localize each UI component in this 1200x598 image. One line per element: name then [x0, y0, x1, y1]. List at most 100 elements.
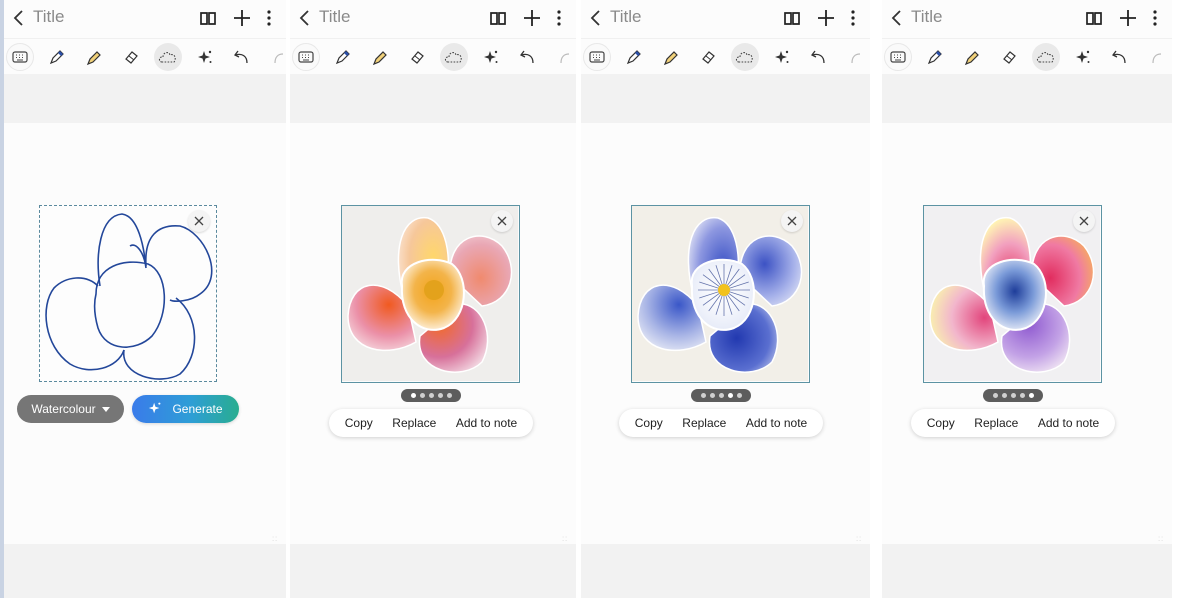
page-resize-grip[interactable]: ⁚⁚	[272, 536, 278, 543]
sketch-selection[interactable]	[39, 205, 217, 382]
pager-dot[interactable]	[700, 393, 706, 398]
keyboard-icon[interactable]	[6, 43, 34, 71]
style-selector-dropdown[interactable]: Watercolour	[17, 395, 124, 423]
highlighter-icon[interactable]	[80, 43, 108, 71]
pen-icon[interactable]	[43, 43, 71, 71]
pager-dot[interactable]	[446, 393, 452, 398]
redo-icon[interactable]	[548, 43, 576, 71]
add-icon[interactable]	[232, 8, 252, 28]
generated-image[interactable]	[924, 206, 1100, 381]
add-to-note-button[interactable]: Add to note	[746, 416, 807, 430]
add-icon[interactable]	[522, 8, 542, 28]
eraser-icon[interactable]	[694, 43, 722, 71]
book-view-icon[interactable]	[1084, 8, 1104, 28]
lasso-icon[interactable]	[1032, 43, 1060, 71]
replace-button[interactable]: Replace	[392, 416, 436, 430]
ai-sparkle-icon[interactable]	[191, 43, 219, 71]
result-pager[interactable]	[401, 389, 461, 402]
pen-icon[interactable]	[329, 43, 357, 71]
undo-icon[interactable]	[805, 43, 833, 71]
page-resize-grip[interactable]: ⁚⁚	[562, 536, 568, 543]
ai-sparkle-icon[interactable]	[1069, 43, 1097, 71]
back-icon[interactable]	[296, 8, 316, 28]
redo-icon[interactable]	[839, 43, 867, 71]
note-title[interactable]: Title	[911, 7, 943, 27]
book-view-icon[interactable]	[198, 8, 218, 28]
pager-dot[interactable]	[1010, 393, 1016, 398]
note-panel-1: Title ⁚⁚ Watercolour Generate	[4, 0, 286, 598]
copy-button[interactable]: Copy	[635, 416, 663, 430]
redo-icon[interactable]	[262, 43, 286, 71]
book-view-icon[interactable]	[488, 8, 508, 28]
add-to-note-button[interactable]: Add to note	[1038, 416, 1099, 430]
undo-icon[interactable]	[514, 43, 542, 71]
highlighter-icon[interactable]	[657, 43, 685, 71]
ai-sparkle-icon[interactable]	[768, 43, 796, 71]
generated-image[interactable]	[632, 206, 808, 381]
replace-button[interactable]: Replace	[682, 416, 726, 430]
more-options-icon[interactable]	[1152, 8, 1158, 28]
replace-button[interactable]: Replace	[974, 416, 1018, 430]
lasso-icon[interactable]	[154, 43, 182, 71]
copy-button[interactable]: Copy	[927, 416, 955, 430]
pager-dot[interactable]	[727, 393, 733, 398]
pager-dot[interactable]	[1028, 393, 1034, 398]
generated-image-frame[interactable]	[341, 205, 520, 383]
generated-image-frame[interactable]	[631, 205, 810, 383]
highlighter-icon[interactable]	[366, 43, 394, 71]
generate-button[interactable]: Generate	[132, 395, 239, 423]
pager-dot[interactable]	[428, 393, 434, 398]
drawing-toolbar	[581, 38, 870, 74]
eraser-icon[interactable]	[117, 43, 145, 71]
undo-icon[interactable]	[228, 43, 256, 71]
drawing-toolbar	[882, 38, 1172, 74]
pager-dot[interactable]	[1019, 393, 1025, 398]
page-resize-grip[interactable]: ⁚⁚	[856, 536, 862, 543]
note-title[interactable]: Title	[610, 7, 642, 27]
more-options-icon[interactable]	[850, 8, 856, 28]
pen-icon[interactable]	[921, 43, 949, 71]
lasso-icon[interactable]	[731, 43, 759, 71]
generated-image[interactable]	[342, 206, 518, 381]
pager-dot[interactable]	[410, 393, 416, 398]
page-resize-grip[interactable]: ⁚⁚	[1158, 536, 1164, 543]
note-title[interactable]: Title	[319, 7, 351, 27]
more-options-icon[interactable]	[266, 8, 272, 28]
undo-icon[interactable]	[1106, 43, 1134, 71]
pager-dot[interactable]	[736, 393, 742, 398]
more-options-icon[interactable]	[556, 8, 562, 28]
pager-dot[interactable]	[419, 393, 425, 398]
redo-icon[interactable]	[1140, 43, 1168, 71]
close-icon[interactable]	[188, 210, 210, 232]
keyboard-icon[interactable]	[884, 43, 912, 71]
generated-image-frame[interactable]	[923, 205, 1102, 383]
pager-dot[interactable]	[437, 393, 443, 398]
close-icon[interactable]	[491, 210, 513, 232]
close-icon[interactable]	[781, 210, 803, 232]
highlighter-icon[interactable]	[958, 43, 986, 71]
book-view-icon[interactable]	[782, 8, 802, 28]
eraser-icon[interactable]	[403, 43, 431, 71]
ai-sparkle-icon[interactable]	[477, 43, 505, 71]
result-pager[interactable]	[691, 389, 751, 402]
note-title[interactable]: Title	[33, 7, 65, 27]
back-icon[interactable]	[888, 8, 908, 28]
back-icon[interactable]	[587, 8, 607, 28]
eraser-icon[interactable]	[995, 43, 1023, 71]
back-icon[interactable]	[10, 8, 30, 28]
pager-dot[interactable]	[992, 393, 998, 398]
close-icon[interactable]	[1073, 210, 1095, 232]
pager-dot[interactable]	[709, 393, 715, 398]
copy-button[interactable]: Copy	[345, 416, 373, 430]
pager-dot[interactable]	[718, 393, 724, 398]
pager-dot[interactable]	[1001, 393, 1007, 398]
add-icon[interactable]	[1118, 8, 1138, 28]
result-pager[interactable]	[983, 389, 1043, 402]
add-icon[interactable]	[816, 8, 836, 28]
lasso-icon[interactable]	[440, 43, 468, 71]
pen-icon[interactable]	[620, 43, 648, 71]
keyboard-icon[interactable]	[292, 43, 320, 71]
keyboard-icon[interactable]	[583, 43, 611, 71]
note-panel-2: Title ⁚⁚ Copy Replace Add to note	[290, 0, 576, 598]
add-to-note-button[interactable]: Add to note	[456, 416, 517, 430]
